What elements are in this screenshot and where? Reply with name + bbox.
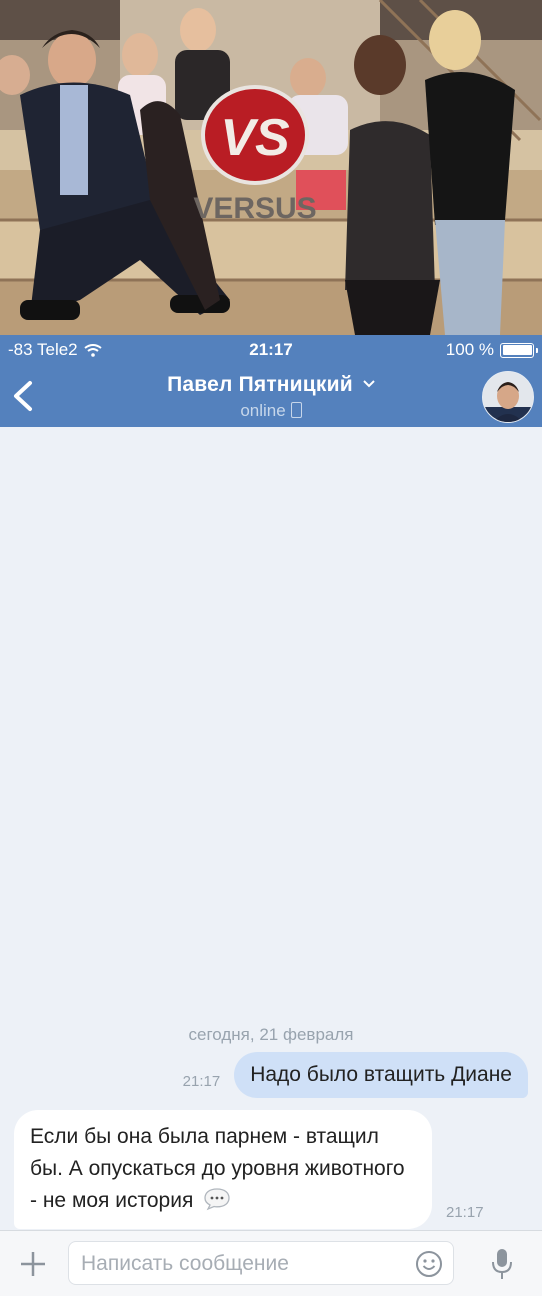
phone-icon (290, 402, 302, 418)
mic-icon[interactable] (490, 1247, 514, 1281)
versus-logo: VS VERSUS (193, 85, 317, 225)
message-time: 21:17 (182, 1073, 221, 1090)
message-bubble-incoming[interactable]: Если бы она была парнем - втащил бы. А о… (14, 1110, 432, 1229)
avatar[interactable] (482, 371, 534, 423)
battery-icon (500, 342, 538, 358)
message-input[interactable] (79, 1251, 403, 1277)
message-time: 21:17 (446, 1204, 484, 1221)
status-bar: -83 Tele2 21:17 100 % (0, 335, 542, 365)
battery-percent: 100 % (445, 340, 494, 359)
chevron-down-icon[interactable] (363, 380, 375, 388)
plus-icon[interactable] (18, 1249, 48, 1279)
incoming-message[interactable]: Если бы она была парнем - втащил бы. А о… (14, 1110, 484, 1229)
chat-header: Павел Пятницкий online (0, 365, 542, 427)
meme-photo: VS VERSUS (0, 0, 542, 335)
message-composer (0, 1230, 542, 1296)
contact-title-area[interactable]: Павел Пятницкий online (0, 373, 542, 421)
date-separator: сегодня, 21 февраля (188, 1025, 354, 1044)
online-status: online (240, 401, 286, 420)
logo-subtext: VERSUS (193, 192, 316, 225)
smile-icon[interactable] (415, 1250, 443, 1278)
contact-name[interactable]: Павел Пятницкий (167, 373, 353, 396)
message-input-box[interactable] (68, 1241, 454, 1285)
outgoing-message[interactable]: 21:17 Надо было втащить Диане (183, 1052, 528, 1098)
speech-bubble-icon (204, 1188, 230, 1211)
message-list[interactable]: сегодня, 21 февраля 21:17 Надо было втащ… (0, 427, 542, 1230)
message-bubble-outgoing[interactable]: Надо было втащить Диане (234, 1052, 528, 1098)
logo-text: VS (220, 109, 290, 167)
